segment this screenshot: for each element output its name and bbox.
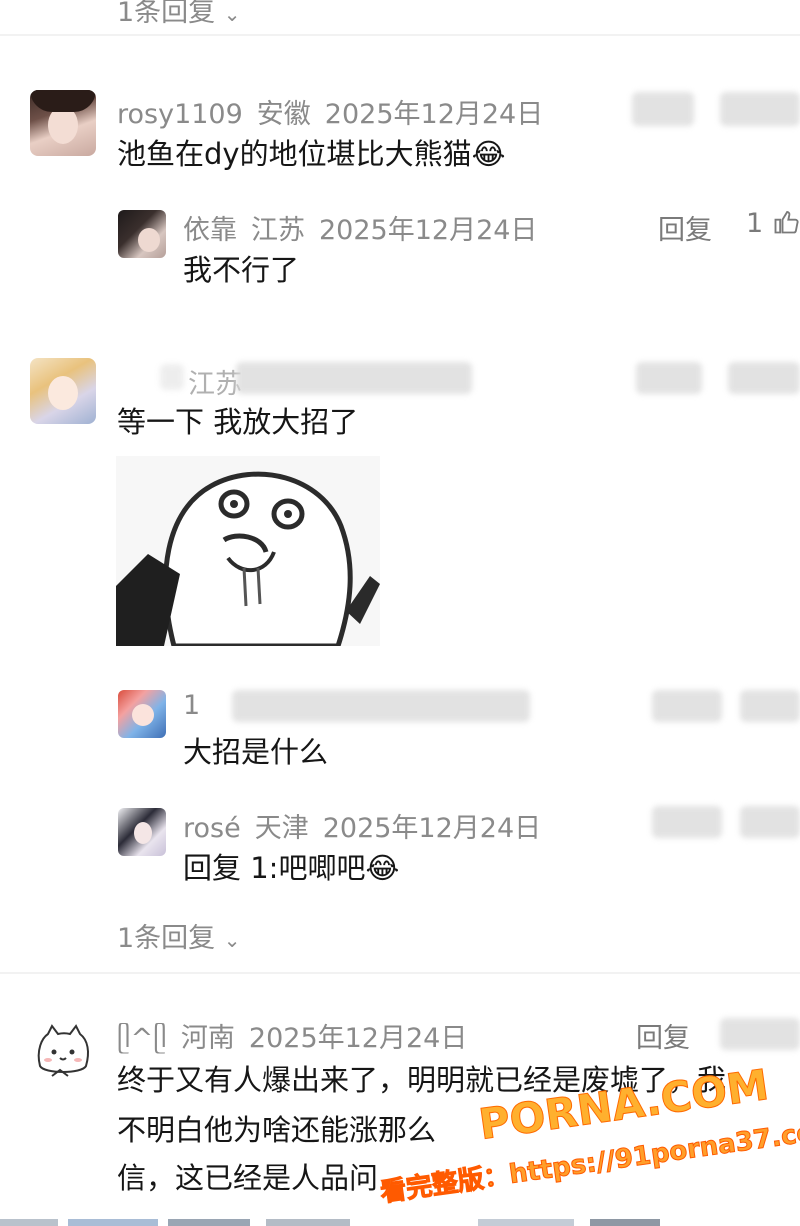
username[interactable]: rosé <box>183 813 241 844</box>
blurred-username <box>160 364 184 390</box>
like-count: 1 <box>746 208 764 239</box>
blurred-timestamp <box>236 362 472 394</box>
chevron-down-icon: ⌄ <box>223 928 241 952</box>
blurred-like <box>740 806 800 838</box>
expand-replies[interactable]: 1条回复 ⌄ <box>117 916 241 955</box>
timestamp: 2025年12月24日 <box>319 215 538 246</box>
comment-text-line3: 信，这已经是人品问 <box>117 1161 379 1195</box>
blurred-like <box>720 92 800 126</box>
sticker-image[interactable] <box>116 456 380 646</box>
blurred-like <box>728 362 800 394</box>
location: 安徽 <box>256 99 311 130</box>
avatar-rosy1109[interactable] <box>30 90 96 156</box>
reply-meta: 依靠 江苏 2025年12月24日 <box>183 208 551 247</box>
expand-replies-top[interactable]: 1条回复 ⌄ <box>117 0 241 29</box>
location: 河南 <box>180 1023 235 1054</box>
thumbs-up-icon <box>774 211 799 234</box>
timestamp: 2025年12月24日 <box>322 813 542 844</box>
meme-sticker-icon <box>116 471 380 646</box>
location: 江苏 <box>188 369 242 400</box>
expand-label: 1条回复 <box>117 0 216 28</box>
comment-text: 池鱼在dy的地位堪比大熊猫😂 <box>117 137 506 171</box>
location: 天津 <box>254 813 309 844</box>
username[interactable]: 1 <box>183 690 200 721</box>
avatar-cat[interactable] <box>30 1020 96 1086</box>
blurred-action <box>636 362 702 394</box>
comment-meta: rosy1109 安徽 2025年12月24日 <box>117 92 557 131</box>
timestamp: 2025年12月24日 <box>324 99 544 130</box>
reply-meta: 1 <box>183 690 214 721</box>
username[interactable]: rosy1109 <box>117 99 243 130</box>
reply-prefix: 回复 1: <box>183 851 279 885</box>
comment-text: 等一下 我放大招了 <box>117 405 359 439</box>
chevron-down-icon: ⌄ <box>223 2 241 26</box>
location: 江苏 <box>251 215 305 246</box>
blurred-like <box>720 1018 800 1050</box>
expand-label: 1条回复 <box>117 923 216 954</box>
comment-meta: ᥫ^ᥫ 河南 2025年12月24日 <box>117 1016 481 1055</box>
comment-text-line2: 不明白他为啥还能涨那么 <box>117 1113 437 1147</box>
divider <box>0 972 800 974</box>
blurred-action <box>652 690 722 722</box>
reply-button[interactable]: 回复 <box>636 1016 690 1055</box>
divider <box>0 34 800 36</box>
blurred-action <box>632 92 694 126</box>
reply-meta: rosé 天津 2025年12月24日 <box>183 806 555 845</box>
reply-text: 我不行了 <box>183 253 300 287</box>
username[interactable]: 依靠 <box>183 215 237 246</box>
blurred-meta <box>232 690 530 722</box>
avatar-user-1[interactable] <box>118 690 166 738</box>
username[interactable]: ᥫ^ᥫ <box>117 1023 167 1054</box>
reply-text: 大招是什么 <box>183 735 329 769</box>
timestamp: 2025年12月24日 <box>248 1023 468 1054</box>
avatar-comment2[interactable] <box>30 358 96 424</box>
avatar-yikao[interactable] <box>118 210 166 258</box>
reply-button[interactable]: 回复 <box>658 208 712 247</box>
like-button[interactable]: 1 <box>746 208 800 239</box>
blurred-action <box>652 806 722 838</box>
reply-body: 吧唧吧😂 <box>278 851 400 885</box>
blurred-like <box>740 690 800 722</box>
avatar-rose[interactable] <box>118 808 166 856</box>
cat-face-icon <box>37 1024 89 1077</box>
reply-text: 回复 1:吧唧吧😂 <box>183 846 399 890</box>
